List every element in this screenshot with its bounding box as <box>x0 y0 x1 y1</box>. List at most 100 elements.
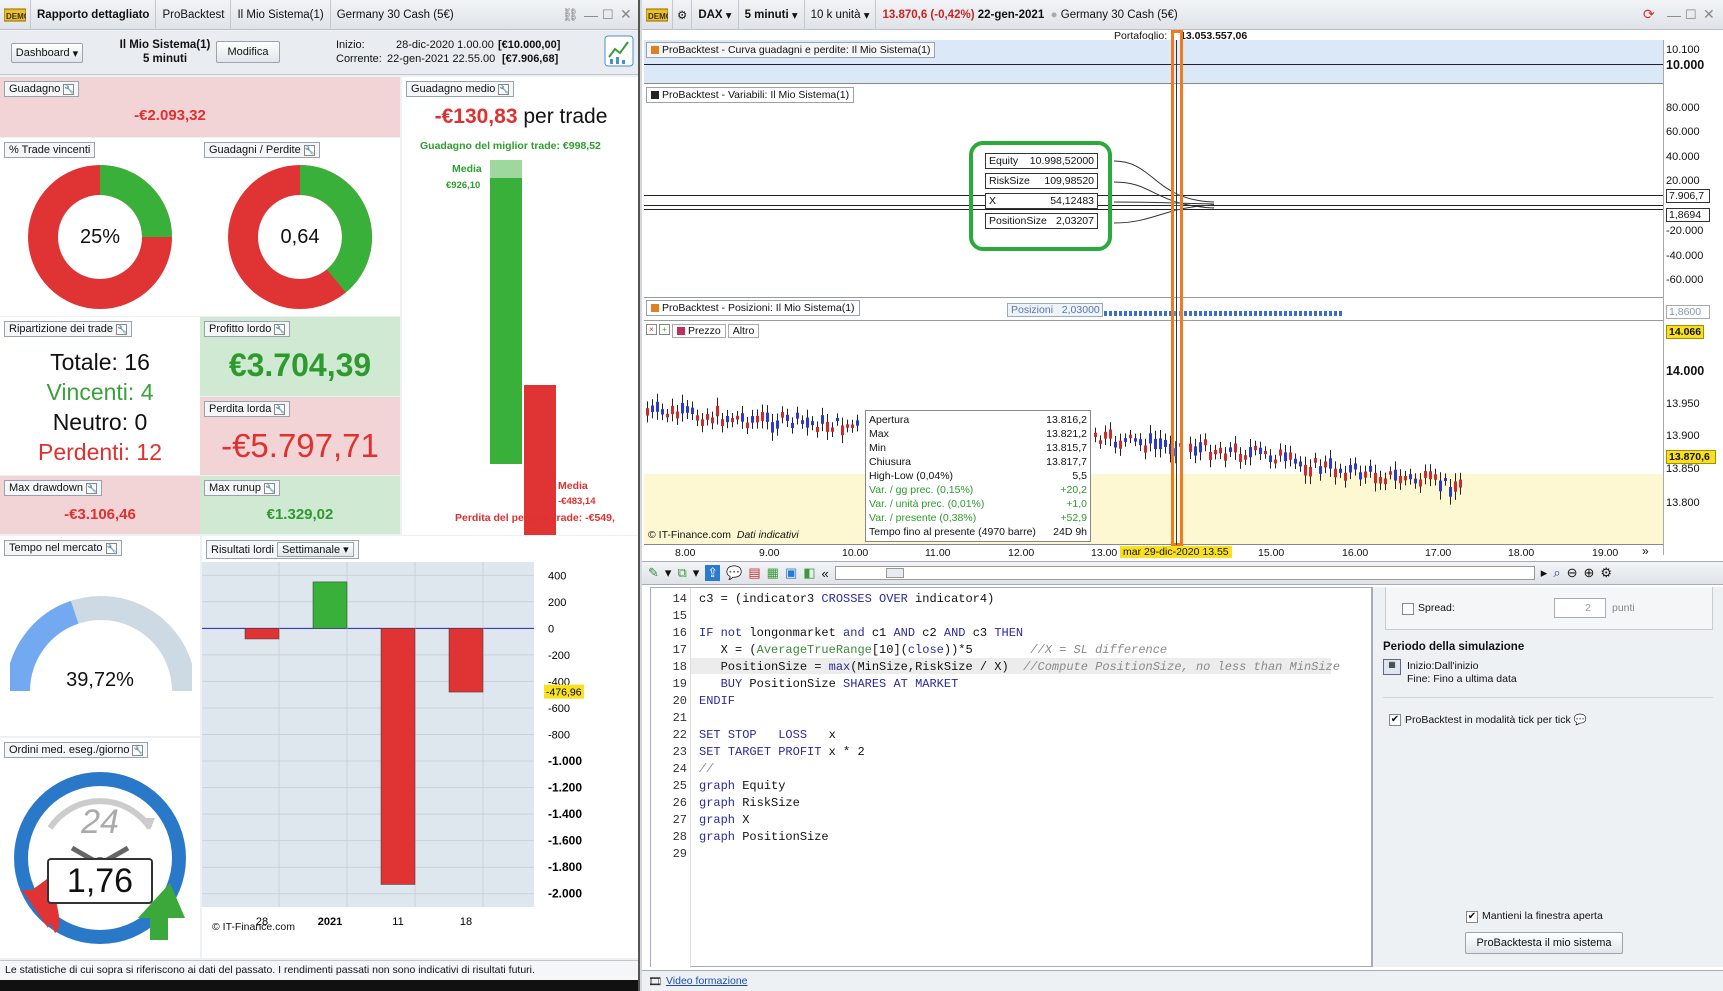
gross-profit-value: €3.704,39 <box>228 347 372 383</box>
sync-icon[interactable]: ⟳ <box>1643 6 1667 23</box>
time-axis-scroll-icon[interactable]: » <box>1642 544 1663 561</box>
share-icon[interactable]: ⇪ <box>705 565 721 581</box>
code-editor[interactable]: 14 c3 = (indicator3 CROSSES OVER indicato… <box>650 587 1372 968</box>
zoom-fit-icon[interactable]: ⌕ <box>1553 565 1560 581</box>
code-text: graph Equity <box>699 779 786 793</box>
dropdown-icon[interactable]: ▾ <box>693 565 700 581</box>
clock-number: 24 <box>80 803 119 841</box>
draw-tool-icon[interactable]: ✎ <box>648 565 659 581</box>
candle <box>1094 432 1097 438</box>
candle <box>731 418 734 423</box>
modify-button[interactable]: Modifica <box>216 41 280 63</box>
run-backtest-button[interactable]: ProBacktesta il mio sistema <box>1465 932 1623 954</box>
candle <box>761 411 764 421</box>
line-number: 15 <box>672 609 687 623</box>
current-value: 22-gen-2021 22.55.00 <box>387 53 496 65</box>
wrench-icon[interactable]: 🔧 <box>303 144 315 156</box>
wrench-icon[interactable]: 🔧 <box>115 323 127 335</box>
period-end[interactable]: Fine: Fino a ultima data <box>1407 673 1517 685</box>
maximize-icon[interactable]: ☐ <box>1685 7 1703 23</box>
minimize-icon[interactable]: — <box>584 7 602 23</box>
table-icon[interactable]: ▤ <box>748 565 760 581</box>
maximize-icon[interactable]: ☐ <box>602 7 620 23</box>
tab-system[interactable]: Il Mio Sistema(1) <box>231 0 331 30</box>
tab-probacktest[interactable]: ProBacktest <box>156 0 232 30</box>
chart-watermark: © IT-Finance.com Dati indicativi <box>648 529 799 541</box>
y-tick-label: -1.800 <box>548 860 582 874</box>
y-tick-label: -1.600 <box>548 834 582 848</box>
info-bubble-icon[interactable]: 💬 <box>1574 714 1587 726</box>
wrench-icon[interactable]: 🔧 <box>85 482 97 494</box>
video-training-link[interactable]: Video formazione <box>666 975 748 987</box>
strategy-icon[interactable]: ◧ <box>803 565 815 581</box>
spread-checkbox[interactable] <box>1402 603 1414 615</box>
minimize-icon[interactable]: — <box>1667 7 1685 23</box>
zoom-in-icon[interactable]: ⊕ <box>1584 565 1595 581</box>
var-badge-size: 1,8694 <box>1666 208 1710 222</box>
zoom-out-icon[interactable]: ⊖ <box>1567 565 1578 581</box>
line-number: 25 <box>672 779 687 793</box>
wrench-icon[interactable]: 🔧 <box>105 542 117 554</box>
spread-input[interactable]: 2 <box>1554 598 1606 618</box>
wrench-icon[interactable]: 🔧 <box>132 744 144 756</box>
keep-open-checkbox[interactable]: ✔ <box>1466 911 1478 923</box>
candle <box>1379 477 1382 484</box>
link-icon[interactable]: ⛓ <box>562 7 584 23</box>
candle <box>1144 445 1147 453</box>
candle <box>806 417 809 428</box>
settings-icon[interactable]: ⚙ <box>1600 565 1612 581</box>
time-in-market-panel: Tempo nel mercato 🔧 39,72% <box>0 536 200 736</box>
ohlc-value: +1,0 <box>1066 498 1087 510</box>
units-dropdown[interactable]: 10 k unità ▾ <box>805 0 877 30</box>
bar <box>448 628 484 693</box>
candle <box>746 422 749 429</box>
candle <box>1274 459 1277 464</box>
comment-icon[interactable]: 💬 <box>726 565 742 581</box>
chart-settings-icon[interactable]: ⚙ <box>673 0 693 30</box>
instrument-dropdown[interactable]: DAX ▾ <box>692 0 739 30</box>
period-dropdown[interactable]: Settimanale ▾ <box>276 542 354 557</box>
avg-gain-suffix: per trade <box>517 105 608 128</box>
candle <box>1409 474 1412 480</box>
layout-icon[interactable]: ▣ <box>785 565 797 581</box>
candle <box>1159 438 1162 450</box>
bottom-bar <box>0 980 638 991</box>
dropdown-icon[interactable]: ▾ <box>665 565 672 581</box>
period-label: Settimanale <box>281 543 341 556</box>
candle <box>1424 470 1427 478</box>
scroll-right-icon[interactable]: ▸ <box>1541 565 1548 581</box>
variables-tooltip: Equity 10.998,52000 RiskSize 109,98520 X 54,1… <box>985 153 1098 233</box>
tab-detailed-report[interactable]: Rapporto dettagliato <box>31 0 157 30</box>
chart-scrollbar[interactable] <box>834 566 1535 580</box>
candle <box>1209 451 1212 461</box>
tick-mode-checkbox[interactable]: ✔ <box>1389 714 1401 726</box>
svg-text:DEMO: DEMO <box>6 12 26 21</box>
code-text: SET STOP LOSS x <box>699 728 836 742</box>
period-start[interactable]: Inizio:Dall'inizio <box>1407 660 1478 672</box>
close-icon[interactable]: ✕ <box>620 6 638 23</box>
tab-instrument[interactable]: Germany 30 Cash (5€) <box>331 0 460 30</box>
wrench-icon[interactable]: 🔧 <box>263 482 275 494</box>
candle <box>1134 438 1137 442</box>
chart-toolbar: DEMO ⚙ DAX ▾ 5 minuti ▾ 10 k unità ▾ 13.… <box>642 0 1723 30</box>
report-chart-icon[interactable] <box>604 35 634 67</box>
grid-icon[interactable]: ▦ <box>767 565 779 581</box>
close-icon[interactable]: ✕ <box>1703 6 1723 23</box>
dashboard-dropdown[interactable]: Dashboard ▾ <box>11 43 83 63</box>
video-icon: 🎞 <box>648 975 662 988</box>
wrench-icon[interactable]: 🔧 <box>274 323 286 335</box>
gain-value: -€2.093,32 <box>134 107 206 124</box>
wrench-icon[interactable]: 🔧 <box>63 83 75 95</box>
candle <box>1224 453 1227 461</box>
candle <box>656 401 659 412</box>
wrench-icon[interactable]: 🔧 <box>498 83 510 95</box>
candle <box>1389 471 1392 475</box>
candle <box>1384 478 1387 485</box>
wrench-icon[interactable]: 🔧 <box>274 403 286 415</box>
scroll-left-icon[interactable]: « <box>822 566 829 581</box>
candle <box>1319 466 1322 474</box>
timeframe-dropdown[interactable]: 5 minuti ▾ <box>739 0 805 30</box>
indicator-icon[interactable]: ⧉ <box>677 565 686 581</box>
variables-panel: ProBacktest - Variabili: Il Mio Sistema(… <box>644 85 1663 298</box>
price-tick-7: 13.800 <box>1666 497 1700 509</box>
